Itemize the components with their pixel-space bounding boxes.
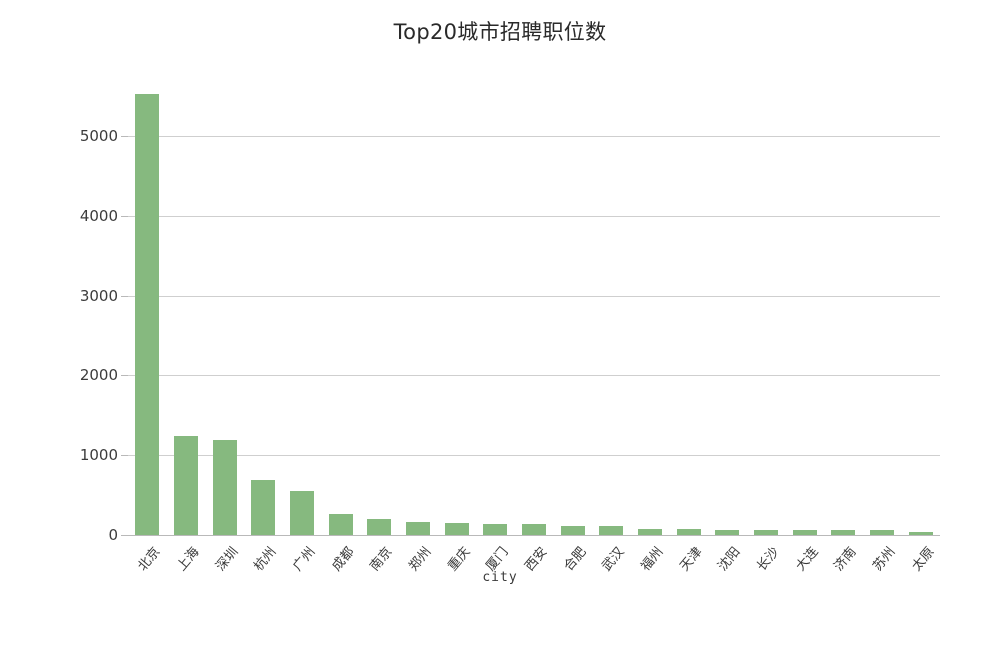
bar-slot	[174, 88, 198, 535]
y-axis-tick-mark	[121, 295, 128, 297]
y-axis: 0 1000 2000 3000 4000 5000	[0, 0, 128, 600]
y-axis-tick-label: 3000	[79, 286, 118, 305]
bar[interactable]	[754, 530, 778, 535]
bar-chart: Top20城市招聘职位数 0 1000 2000 3000 4000 5000 北京 上海深…	[0, 0, 1000, 600]
bar[interactable]	[715, 529, 740, 535]
y-axis-tick-label: 2000	[79, 366, 118, 385]
y-axis-tick-label: 1000	[79, 446, 118, 465]
bar-slot	[754, 88, 778, 535]
bar-slot	[328, 88, 353, 535]
bar[interactable]	[251, 480, 276, 535]
y-axis-tick-mark	[121, 215, 128, 217]
bar[interactable]	[870, 530, 894, 535]
bar-slot	[367, 88, 392, 535]
bar[interactable]	[483, 523, 508, 535]
bar[interactable]	[792, 530, 817, 535]
bar[interactable]	[908, 531, 933, 535]
y-axis-tick-mark	[121, 375, 128, 377]
bar-slot	[831, 88, 856, 535]
bar-slot	[792, 88, 817, 535]
bar[interactable]	[831, 530, 856, 535]
bar-slot	[522, 88, 546, 535]
bar-slot	[406, 88, 430, 535]
y-axis-tick-mark	[121, 135, 128, 137]
bar-slot	[483, 88, 508, 535]
bar[interactable]	[599, 525, 624, 535]
y-axis-tick-label: 4000	[79, 206, 118, 225]
bar[interactable]	[174, 435, 198, 535]
bar[interactable]	[638, 528, 662, 535]
bar-slot	[599, 88, 624, 535]
bar-slot	[715, 88, 740, 535]
bar-slot	[290, 88, 314, 535]
bars-layer	[128, 88, 940, 535]
bar-slot	[560, 88, 585, 535]
bar[interactable]	[522, 524, 546, 535]
bar-slot	[251, 88, 276, 535]
bar-slot	[676, 88, 701, 535]
y-axis-tick-mark	[121, 455, 128, 457]
chart-title: Top20城市招聘职位数	[393, 20, 607, 44]
bar-slot	[135, 88, 160, 535]
bar[interactable]	[676, 529, 701, 535]
bar[interactable]	[560, 525, 585, 535]
plot-area	[128, 88, 940, 536]
bar[interactable]	[290, 491, 314, 535]
bar[interactable]	[367, 519, 392, 535]
bar-slot	[638, 88, 662, 535]
x-axis-label: city	[482, 570, 518, 585]
y-axis-tick-label: 5000	[79, 126, 118, 145]
bar[interactable]	[406, 521, 430, 535]
bar-slot	[444, 88, 469, 535]
bar[interactable]	[135, 94, 160, 535]
bar-slot	[212, 88, 237, 535]
bar-slot	[908, 88, 933, 535]
bar-slot	[870, 88, 894, 535]
bar[interactable]	[212, 440, 237, 535]
gridline	[128, 535, 940, 536]
y-axis-tick-label: 0	[108, 526, 118, 544]
bar[interactable]	[328, 513, 353, 535]
y-axis-tick-mark	[121, 535, 128, 536]
bar[interactable]	[444, 522, 469, 535]
